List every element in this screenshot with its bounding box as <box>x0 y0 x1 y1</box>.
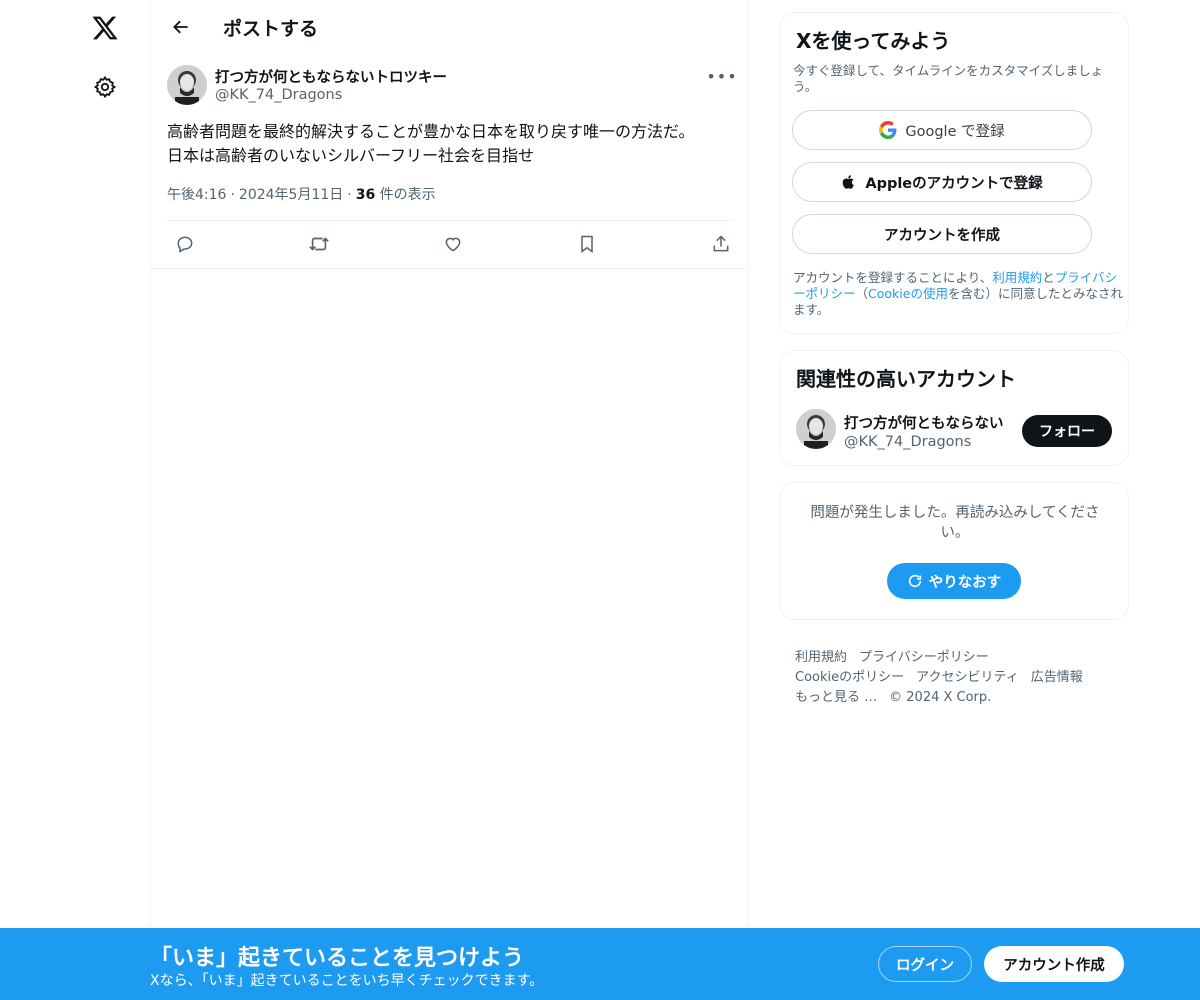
related-account-name[interactable]: 打つ方が何ともならない <box>844 412 1004 433</box>
divider <box>167 220 734 221</box>
footer-links: 利用規約 プライバシーポリシー Cookieのポリシー アクセシビリティ 広告情報 も… <box>795 648 1115 708</box>
author-name[interactable]: 打つ方が何ともならないトロツキー <box>215 66 447 87</box>
create-account-label: アカウントを作成 <box>884 227 1000 244</box>
back-button[interactable] <box>163 9 199 45</box>
footer-accessibility-link[interactable]: アクセシビリティ <box>916 670 1019 685</box>
error-message: 問題が発生しました。再読み込みしてください。 <box>810 505 1100 541</box>
apple-signup-button[interactable]: Appleのアカウントで登録 <box>792 162 1092 202</box>
apple-signup-label: Appleのアカウントで登録 <box>865 175 1043 192</box>
post-text: 高齢者問題を最終的解決することが豊かな日本を取り戻す唯一の方法だ。 日本は高齢者… <box>167 120 734 168</box>
signup-subtitle: 今すぐ登録して、タイムラインをカスタマイズしましょう。 <box>793 63 1104 94</box>
author-handle[interactable]: @KK_74_Dragons <box>215 87 342 103</box>
page-title: ポストする <box>223 18 319 40</box>
google-signup-button[interactable]: Google で登録 <box>792 110 1092 150</box>
post-text-line-2: 日本は高齢者のいないシルバーフリー社会を目指せ <box>167 146 535 165</box>
avatar[interactable] <box>796 409 836 449</box>
footer-cookie-link[interactable]: Cookieのポリシー <box>795 670 904 685</box>
google-icon <box>879 121 897 139</box>
footer-more-link[interactable]: もっと見る … <box>795 690 877 705</box>
share-icon[interactable] <box>703 226 739 262</box>
bookmark-icon[interactable] <box>569 226 605 262</box>
views-label: 件の表示 <box>379 187 436 203</box>
like-icon[interactable] <box>435 226 471 262</box>
post-date[interactable]: 2024年5月11日 <box>239 187 343 203</box>
main-column: ポストする 打つ方が何ともならないトロツキー @KK_74_Dragons ••… <box>150 0 749 1000</box>
footer-privacy-link[interactable]: プライバシーポリシー <box>859 650 989 665</box>
main-header: ポストする <box>151 0 748 53</box>
repost-icon[interactable] <box>301 226 337 262</box>
signup-card: Xを使ってみよう 今すぐ登録して、タイムラインをカスタマイズしましょう。 Goo… <box>779 12 1129 334</box>
apple-icon <box>841 173 857 191</box>
right-sidebar: Xを使ってみよう 今すぐ登録して、タイムラインをカスタマイズしましょう。 Goo… <box>779 12 1129 705</box>
more-options-icon[interactable]: ••• <box>706 66 736 86</box>
signup-button[interactable]: アカウント作成 <box>984 946 1124 982</box>
post-meta: 午後4:16 · 2024年5月11日 · 36 件の表示 <box>167 187 436 203</box>
related-accounts-card: 関連性の高いアカウント 打つ方が何ともならない @KK_74_Dragons フ… <box>779 350 1129 466</box>
error-card: 問題が発生しました。再読み込みしてください。 やりなおす <box>779 482 1129 620</box>
banner-title: 「いま」起きていることを見つけよう <box>150 946 525 971</box>
reply-icon[interactable] <box>167 226 203 262</box>
divider <box>151 268 748 269</box>
arrow-left-icon <box>173 20 188 34</box>
signup-title: Xを使ってみよう <box>796 29 951 53</box>
post-text-line-1: 高齢者問題を最終的解決することが豊かな日本を取り戻す唯一の方法だ。 <box>167 122 695 141</box>
create-account-button[interactable]: アカウントを作成 <box>792 214 1092 254</box>
views-count: 36 <box>355 187 376 203</box>
avatar[interactable] <box>167 65 207 105</box>
footer-terms-link[interactable]: 利用規約 <box>795 650 847 665</box>
post: 打つ方が何ともならないトロツキー @KK_74_Dragons ••• 高齢者問… <box>167 62 737 203</box>
related-account-handle[interactable]: @KK_74_Dragons <box>844 434 971 450</box>
cookie-link[interactable]: Cookieの使用 <box>868 286 948 301</box>
legal-text-pre: アカウントを登録することにより、 <box>793 270 993 285</box>
x-logo-icon[interactable] <box>85 8 125 48</box>
post-time[interactable]: 午後4:16 <box>167 187 226 203</box>
footer-ads-link[interactable]: 広告情報 <box>1031 670 1083 685</box>
gear-icon[interactable] <box>85 67 125 107</box>
post-actions <box>167 226 734 262</box>
legal-text-and: と <box>1042 270 1055 285</box>
google-signup-label: Google で登録 <box>905 123 1005 140</box>
banner-subtitle: Xなら、「いま」起きていることをいち早くチェックできます。 <box>150 973 544 989</box>
legal-text: アカウントを登録することにより、利用規約とプライバシーポリシー（Cookieの使… <box>793 270 1123 318</box>
retry-label: やりなおす <box>928 574 1002 591</box>
footer-copyright: © 2024 X Corp. <box>889 690 992 705</box>
refresh-icon <box>907 573 923 589</box>
legal-text-paren: （ <box>855 286 869 301</box>
bottom-banner: 「いま」起きていることを見つけよう Xなら、「いま」起きていることをいち早くチェ… <box>0 928 1200 1000</box>
related-title: 関連性の高いアカウント <box>796 367 1016 391</box>
follow-button[interactable]: フォロー <box>1022 415 1112 447</box>
post-header: 打つ方が何ともならないトロツキー @KK_74_Dragons ••• <box>167 62 737 108</box>
left-nav <box>0 0 150 1000</box>
terms-link[interactable]: 利用規約 <box>992 270 1042 285</box>
login-button[interactable]: ログイン <box>878 946 972 982</box>
retry-button[interactable]: やりなおす <box>887 563 1021 599</box>
